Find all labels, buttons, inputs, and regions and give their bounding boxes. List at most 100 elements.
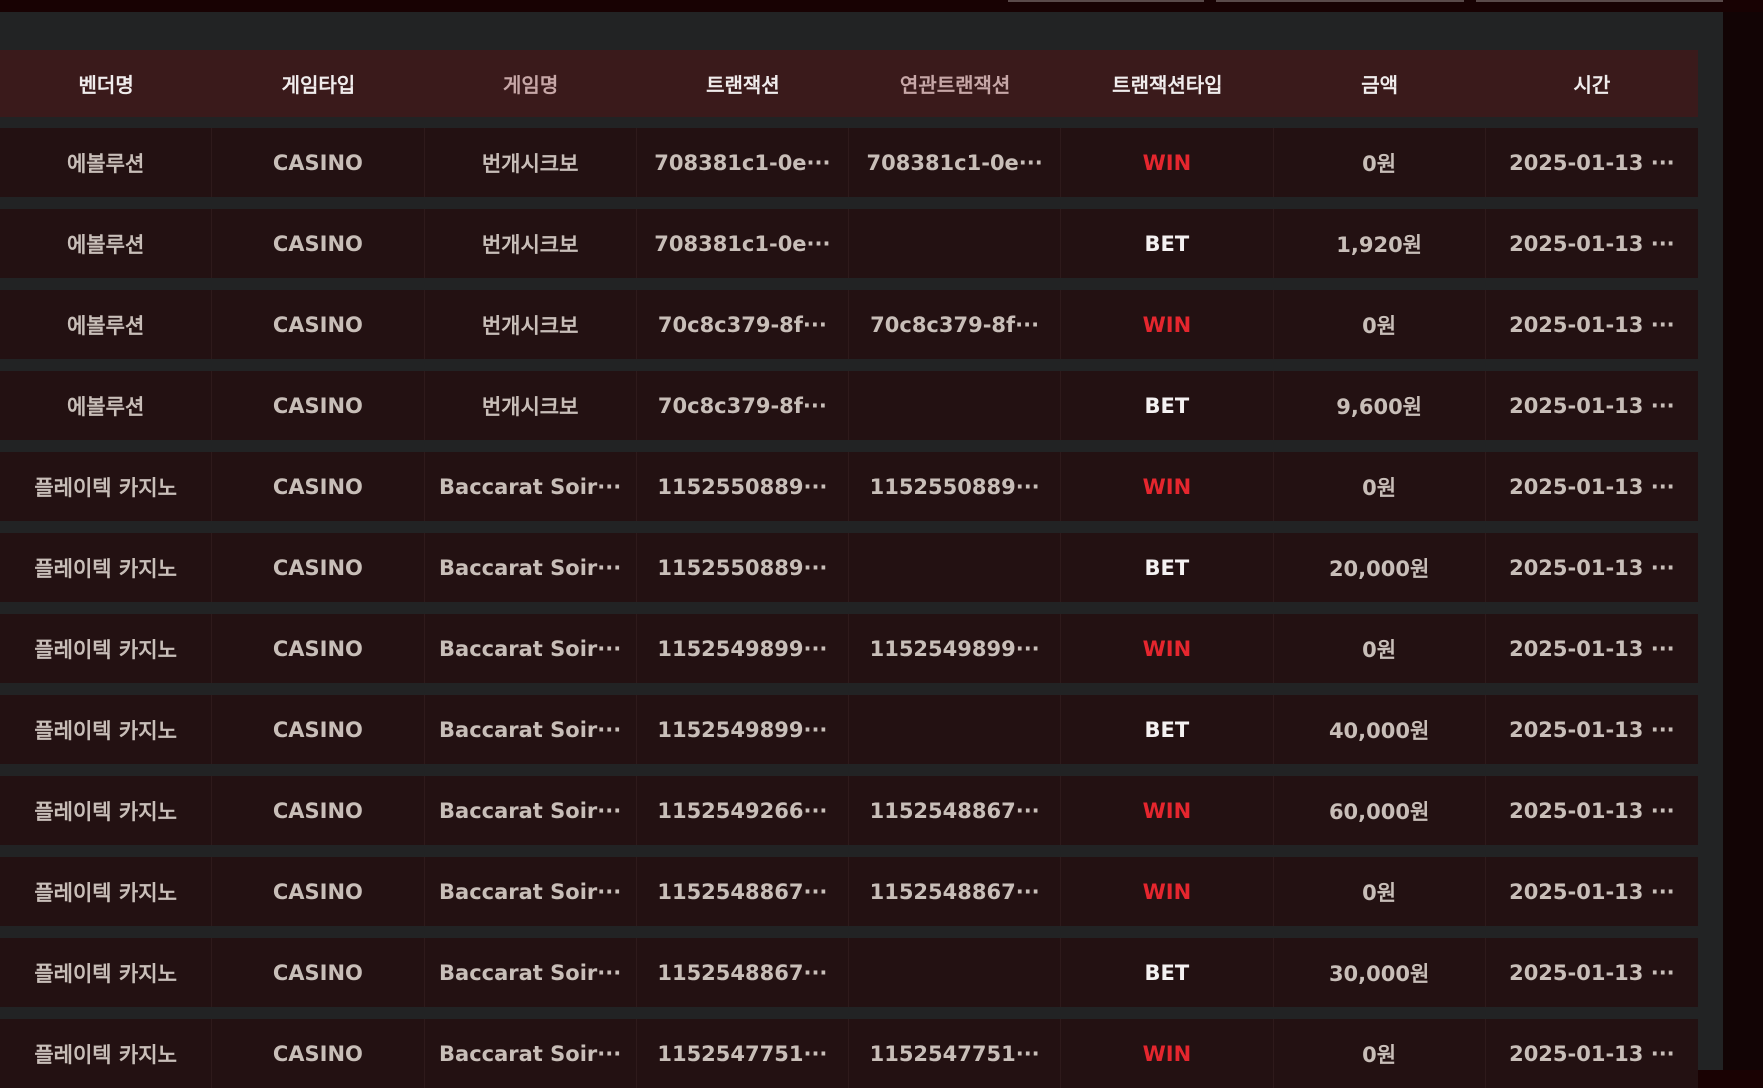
related-transaction-cell: 708381c1-0e··· bbox=[849, 128, 1062, 197]
transaction-cell: 1152549899··· bbox=[637, 614, 849, 683]
related-transaction-cell bbox=[849, 533, 1062, 602]
transaction-type-cell: BET bbox=[1061, 695, 1274, 764]
header-transaction[interactable]: 트랜잭션 bbox=[637, 50, 849, 117]
table-row[interactable]: 에볼루션 CASINO 번개시크보 708381c1-0e··· 708381c1-0e… bbox=[0, 128, 1698, 197]
filter-input-3[interactable] bbox=[1476, 0, 1723, 2]
header-amount[interactable]: 금액 bbox=[1274, 50, 1486, 117]
header-time[interactable]: 시간 bbox=[1486, 50, 1698, 117]
table-row[interactable]: 에볼루션 CASINO 번개시크보 708381c1-0e··· BET 1,920원 20… bbox=[0, 209, 1698, 278]
related-transaction-cell: 1152550889··· bbox=[849, 452, 1062, 521]
header-transaction-type[interactable]: 트랜잭션타입 bbox=[1061, 50, 1273, 117]
time-cell: 2025-01-13 ··· bbox=[1509, 798, 1675, 823]
amount-cell: 20,000원 bbox=[1274, 533, 1486, 602]
transaction-type-cell: WIN bbox=[1061, 857, 1274, 926]
transactions-table: 벤더명 게임타입 게임명 트랜잭션 연관트랜잭션 트랜잭션타입 금액 시간 에볼… bbox=[0, 50, 1698, 1088]
transaction-type-cell: WIN bbox=[1061, 776, 1274, 845]
transaction-type-cell: WIN bbox=[1061, 290, 1274, 359]
transaction-cell: 1152549266··· bbox=[637, 776, 849, 845]
game-type-cell: CASINO bbox=[212, 128, 425, 197]
game-name-cell: 번개시크보 bbox=[425, 128, 637, 197]
time-cell: 2025-01-13 ··· bbox=[1509, 474, 1675, 499]
game-name-cell: 번개시크보 bbox=[425, 290, 637, 359]
time-cell: 2025-01-13 ··· bbox=[1509, 393, 1675, 418]
time-cell: 2025-01-13 ··· bbox=[1509, 1041, 1675, 1066]
table-row[interactable]: 플레이텍 카지노 CASINO Baccarat Soir··· 1152550889… bbox=[0, 533, 1698, 602]
table-row[interactable]: 플레이텍 카지노 CASINO Baccarat Soir··· 1152549899… bbox=[0, 695, 1698, 764]
related-transaction-cell: 1152548867··· bbox=[849, 776, 1062, 845]
time-cell: 2025-01-13 ··· bbox=[1509, 231, 1675, 256]
top-filter-bar bbox=[0, 0, 1763, 12]
table-row[interactable]: 플레이텍 카지노 CASINO Baccarat Soir··· 1152549899… bbox=[0, 614, 1698, 683]
transaction-type-cell: WIN bbox=[1061, 1019, 1274, 1088]
amount-cell: 0원 bbox=[1274, 1019, 1486, 1088]
time-cell: 2025-01-13 ··· bbox=[1509, 312, 1675, 337]
related-transaction-cell: 1152547751··· bbox=[849, 1019, 1062, 1088]
table-row[interactable]: 플레이텍 카지노 CASINO Baccarat Soir··· 1152548867… bbox=[0, 938, 1698, 1007]
time-cell: 2025-01-13 ··· bbox=[1509, 555, 1675, 580]
amount-cell: 0원 bbox=[1274, 857, 1486, 926]
game-type-cell: CASINO bbox=[212, 290, 425, 359]
table-row[interactable]: 플레이텍 카지노 CASINO Baccarat Soir··· 1152550889… bbox=[0, 452, 1698, 521]
game-name-cell: Baccarat Soir··· bbox=[425, 695, 637, 764]
transaction-cell: 1152548867··· bbox=[637, 857, 849, 926]
game-type-cell: CASINO bbox=[212, 614, 425, 683]
game-name-cell: Baccarat Soir··· bbox=[425, 938, 637, 1007]
related-transaction-cell bbox=[849, 695, 1062, 764]
game-name-cell: Baccarat Soir··· bbox=[425, 533, 637, 602]
amount-cell: 40,000원 bbox=[1274, 695, 1486, 764]
amount-cell: 0원 bbox=[1274, 128, 1486, 197]
transaction-cell: 70c8c379-8f··· bbox=[637, 290, 849, 359]
transaction-type-cell: WIN bbox=[1061, 614, 1274, 683]
time-cell: 2025-01-13 ··· bbox=[1509, 879, 1675, 904]
game-name-cell: Baccarat Soir··· bbox=[425, 452, 637, 521]
vendor-cell: 플레이텍 카지노 bbox=[0, 452, 213, 521]
table-header: 벤더명 게임타입 게임명 트랜잭션 연관트랜잭션 트랜잭션타입 금액 시간 bbox=[0, 50, 1698, 117]
related-transaction-cell bbox=[849, 938, 1062, 1007]
game-type-cell: CASINO bbox=[212, 695, 425, 764]
transaction-type-cell: WIN bbox=[1061, 128, 1274, 197]
game-name-cell: Baccarat Soir··· bbox=[425, 614, 637, 683]
amount-cell: 30,000원 bbox=[1274, 938, 1486, 1007]
scrollbar-track[interactable] bbox=[1723, 12, 1763, 1070]
table-row[interactable]: 플레이텍 카지노 CASINO Baccarat Soir··· 1152548867… bbox=[0, 857, 1698, 926]
transaction-cell: 1152548867··· bbox=[637, 938, 849, 1007]
amount-cell: 0원 bbox=[1274, 452, 1486, 521]
vendor-cell: 플레이텍 카지노 bbox=[0, 1019, 213, 1088]
amount-cell: 0원 bbox=[1274, 614, 1486, 683]
table-row[interactable]: 에볼루션 CASINO 번개시크보 70c8c379-8f··· BET 9,600원 20… bbox=[0, 371, 1698, 440]
header-game-type[interactable]: 게임타입 bbox=[212, 50, 424, 117]
game-name-cell: Baccarat Soir··· bbox=[425, 857, 637, 926]
header-game-name[interactable]: 게임명 bbox=[425, 50, 637, 117]
vendor-cell: 에볼루션 bbox=[0, 290, 213, 359]
time-cell: 2025-01-13 ··· bbox=[1509, 960, 1675, 985]
related-transaction-cell: 1152548867··· bbox=[849, 857, 1062, 926]
transaction-type-cell: WIN bbox=[1061, 452, 1274, 521]
game-name-cell: 번개시크보 bbox=[425, 371, 637, 440]
related-transaction-cell: 1152549899··· bbox=[849, 614, 1062, 683]
vendor-cell: 플레이텍 카지노 bbox=[0, 857, 213, 926]
game-type-cell: CASINO bbox=[212, 776, 425, 845]
time-cell: 2025-01-13 ··· bbox=[1509, 717, 1675, 742]
filter-input-2[interactable] bbox=[1216, 0, 1464, 2]
game-name-cell: 번개시크보 bbox=[425, 209, 637, 278]
table-row[interactable]: 플레이텍 카지노 CASINO Baccarat Soir··· 1152549266… bbox=[0, 776, 1698, 845]
table-row[interactable]: 에볼루션 CASINO 번개시크보 70c8c379-8f··· 70c8c379-8f… bbox=[0, 290, 1698, 359]
game-name-cell: Baccarat Soir··· bbox=[425, 1019, 637, 1088]
header-related-transaction[interactable]: 연관트랜잭션 bbox=[849, 50, 1061, 117]
game-type-cell: CASINO bbox=[212, 857, 425, 926]
vendor-cell: 에볼루션 bbox=[0, 209, 213, 278]
header-vendor[interactable]: 벤더명 bbox=[0, 50, 212, 117]
amount-cell: 0원 bbox=[1274, 290, 1486, 359]
filter-input-1[interactable] bbox=[1008, 0, 1204, 2]
amount-cell: 9,600원 bbox=[1274, 371, 1486, 440]
game-type-cell: CASINO bbox=[212, 209, 425, 278]
table-row[interactable]: 플레이텍 카지노 CASINO Baccarat Soir··· 1152547751… bbox=[0, 1019, 1698, 1088]
time-cell: 2025-01-13 ··· bbox=[1509, 636, 1675, 661]
amount-cell: 1,920원 bbox=[1274, 209, 1486, 278]
transaction-cell: 1152549899··· bbox=[637, 695, 849, 764]
related-transaction-cell bbox=[849, 371, 1062, 440]
transaction-cell: 1152550889··· bbox=[637, 452, 849, 521]
transaction-type-cell: BET bbox=[1061, 938, 1274, 1007]
transaction-type-cell: BET bbox=[1061, 533, 1274, 602]
vendor-cell: 플레이텍 카지노 bbox=[0, 776, 213, 845]
